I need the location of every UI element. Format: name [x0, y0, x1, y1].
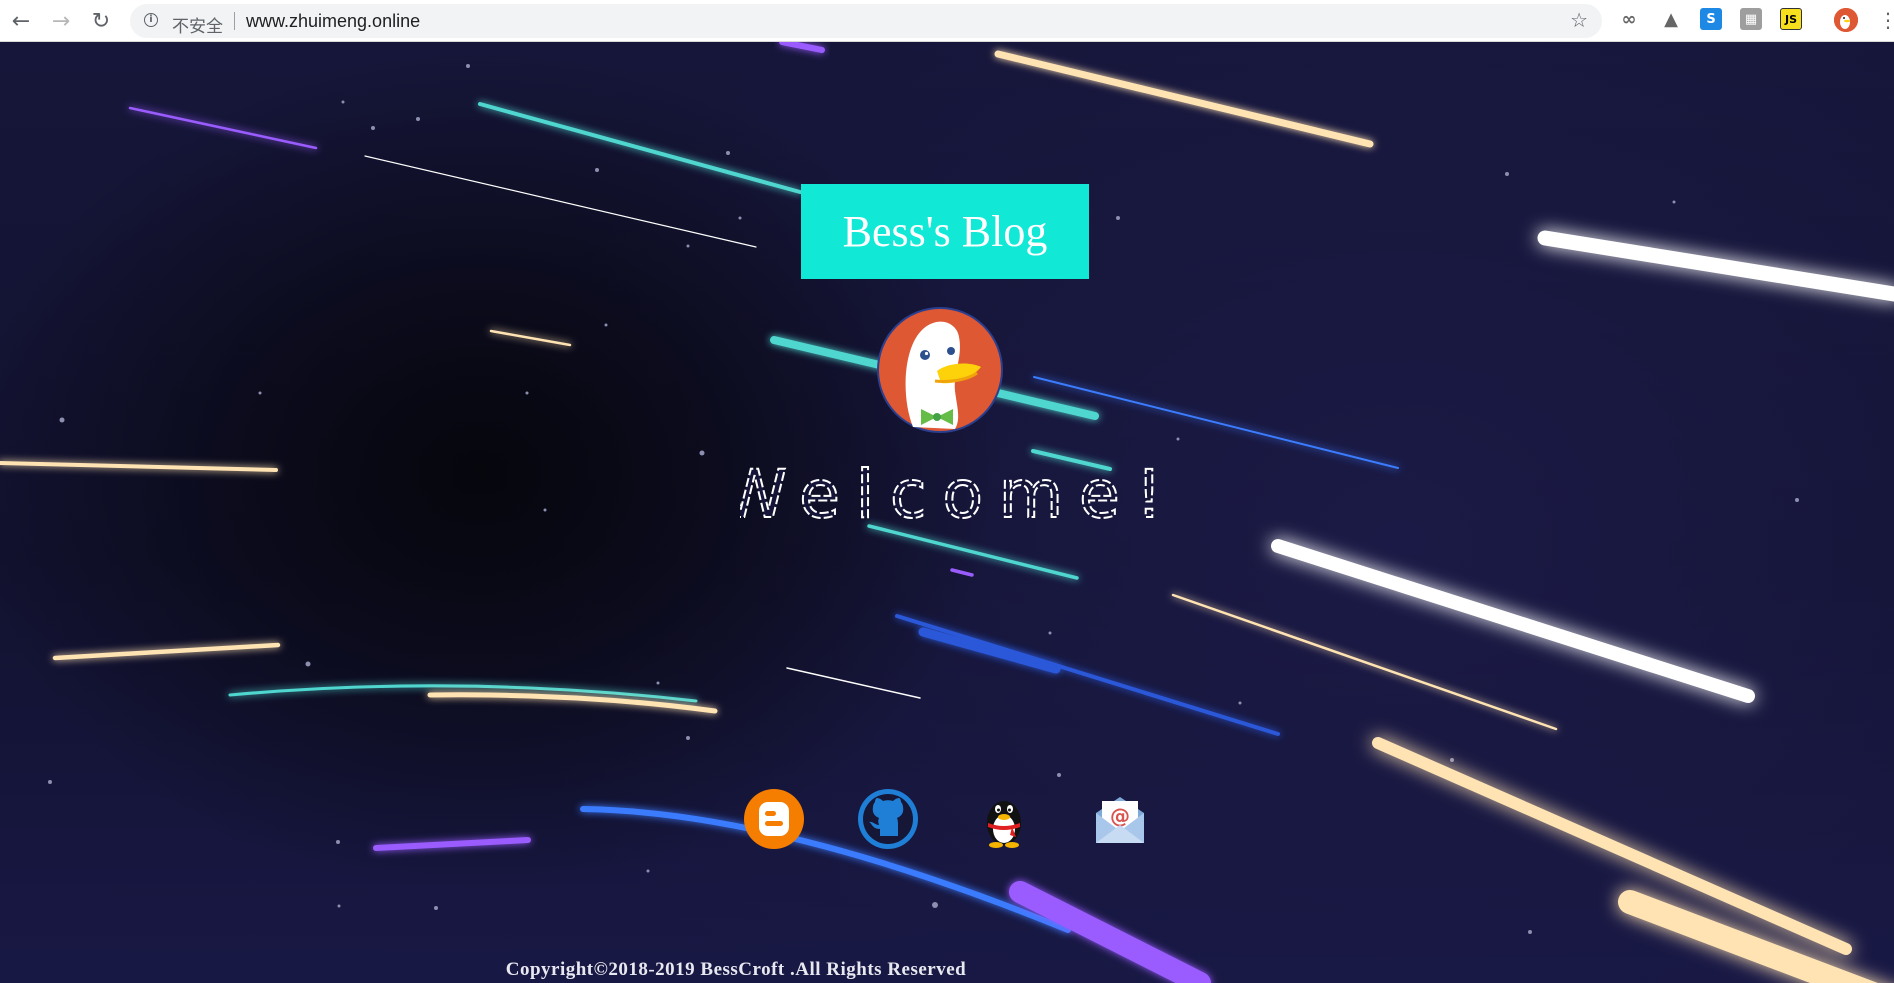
- page-viewport: Bess's Blog Welcome! @ Copyright©2018-20…: [0, 42, 1894, 983]
- qq-penguin-icon[interactable]: [972, 787, 1036, 851]
- extension-icon-2[interactable]: ▲: [1660, 8, 1682, 30]
- duckduckgo-avatar: [877, 307, 1003, 433]
- welcome-text: Welcome!: [740, 456, 1160, 533]
- security-label[interactable]: 不安全: [172, 12, 223, 37]
- kebab-menu-icon[interactable]: ⋮: [1878, 8, 1894, 32]
- extension-icon-1[interactable]: ∞: [1618, 8, 1640, 30]
- info-icon[interactable]: i: [144, 13, 158, 27]
- email-icon[interactable]: @: [1088, 787, 1152, 851]
- extension-icon-3[interactable]: S: [1700, 8, 1722, 30]
- reload-icon[interactable]: ↻: [86, 6, 116, 36]
- duckduckgo-extension-icon[interactable]: [1834, 8, 1858, 32]
- arrow-left-icon[interactable]: ←: [6, 6, 36, 36]
- welcome-heading: Welcome!: [740, 455, 1160, 534]
- duck-icon: [1834, 8, 1858, 32]
- star-icon[interactable]: ☆: [1570, 8, 1588, 32]
- address-bar[interactable]: i 不安全 www.zhuimeng.online ☆: [130, 4, 1602, 38]
- github-icon[interactable]: [856, 787, 920, 851]
- extension-icon-4[interactable]: ▦: [1740, 8, 1762, 30]
- extension-icon-5[interactable]: JS: [1780, 8, 1802, 30]
- arrow-right-icon[interactable]: →: [46, 6, 76, 36]
- svg-text:@: @: [1110, 804, 1130, 828]
- browser-toolbar: ← → ↻ i 不安全 www.zhuimeng.online ☆ ∞ ▲ S …: [0, 0, 1894, 42]
- blog-title-button[interactable]: Bess's Blog: [801, 184, 1089, 279]
- address-separator: [234, 12, 235, 30]
- copyright-footer: Copyright©2018-2019 BessCroft .All Right…: [505, 959, 967, 980]
- blog-icon[interactable]: [742, 787, 806, 851]
- url-text[interactable]: www.zhuimeng.online: [246, 11, 420, 32]
